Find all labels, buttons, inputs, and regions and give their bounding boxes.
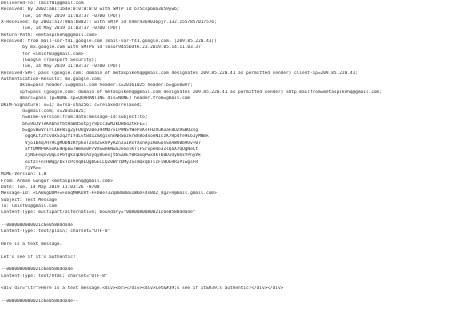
raw-email-source: Delivered-To: lmisf01@gmail.com Received… [0,0,474,328]
mime-boundary-end: --0000000000021c6e0588dda4e-- [1,299,79,305]
